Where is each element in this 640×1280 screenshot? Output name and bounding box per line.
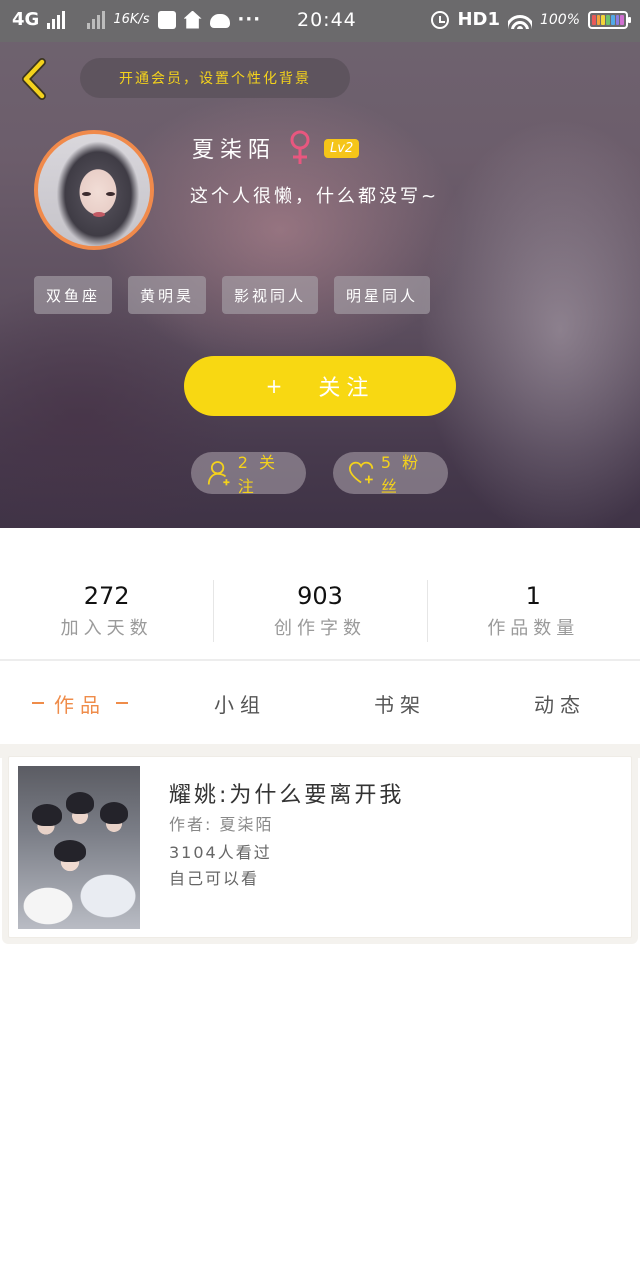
stat-value: 272	[83, 582, 130, 610]
alarm-icon	[431, 10, 450, 29]
tab-works[interactable]: 作品	[0, 662, 160, 744]
follow-button-label: 关注	[318, 376, 375, 401]
network-speed: 16K/s	[113, 12, 150, 27]
stat-word-count: 903 创作字数	[213, 568, 426, 648]
heart-plus-icon	[349, 461, 374, 484]
female-icon	[290, 130, 310, 164]
tab-label: 作品	[54, 692, 106, 717]
stat-value: 1	[525, 582, 541, 610]
clock: 20:44	[297, 9, 357, 31]
work-cover-image[interactable]	[18, 766, 140, 929]
back-button[interactable]	[16, 56, 52, 102]
profile-header: 4G 16K/s ··· 20:44 HD1 100% 开通会员，设置个性化背景…	[0, 0, 640, 528]
stat-works-count: 1 作品数量	[426, 568, 640, 648]
username-row: 夏柒陌 Lv2	[192, 130, 360, 166]
stat-label: 加入天数	[60, 618, 153, 639]
home-icon	[183, 10, 202, 29]
tab-groups[interactable]: 小组	[160, 662, 320, 744]
following-count-button[interactable]: 2 关注	[191, 452, 306, 496]
more-icon: ···	[237, 9, 262, 30]
tab-indicator	[116, 702, 128, 704]
avatar[interactable]	[34, 130, 154, 250]
add-user-icon	[207, 461, 230, 486]
cloud-icon	[209, 13, 230, 28]
tag[interactable]: 影视同人	[222, 276, 319, 314]
username: 夏柒陌	[192, 138, 277, 163]
signature: 这个人很懒，什么都没写~	[190, 186, 440, 207]
avatar-eye	[82, 192, 91, 196]
alipay-icon	[157, 10, 176, 29]
level-badge: Lv2	[324, 138, 360, 158]
stats-row: 272 加入天数 903 创作字数 1 作品数量	[0, 568, 640, 648]
work-card[interactable]: 耀姚:为什么要离开我 作者: 夏柒陌 3104人看过 自己可以看	[8, 756, 632, 938]
battery-percent: 100%	[539, 11, 580, 28]
network-type: 4G	[12, 9, 40, 30]
tab-label: 动态	[534, 692, 586, 717]
tab-label: 小组	[214, 692, 266, 717]
signal-icon	[87, 10, 106, 29]
tag[interactable]: 明星同人	[334, 276, 431, 314]
signal-icon	[47, 10, 66, 29]
tag-list: 双鱼座 黄明昊 影视同人 明星同人	[34, 276, 431, 314]
stat-label: 作品数量	[487, 618, 580, 639]
fans-count-button[interactable]: 5 粉丝	[333, 452, 448, 496]
plus-icon: +	[265, 374, 289, 398]
avatar-eye	[106, 192, 115, 196]
following-count-label: 2 关注	[237, 453, 278, 496]
work-views: 3104人看过	[169, 843, 272, 862]
tab-bar: 作品 小组 书架 动态	[0, 662, 640, 744]
avatar-lips	[93, 212, 105, 217]
wifi-icon	[507, 10, 532, 29]
fans-count-label: 5 粉丝	[380, 453, 422, 496]
divider	[0, 659, 640, 661]
chevron-left-icon	[22, 58, 46, 100]
tab-activity[interactable]: 动态	[480, 662, 640, 744]
work-title[interactable]: 耀姚:为什么要离开我	[169, 777, 404, 809]
stat-value: 903	[297, 582, 343, 610]
follow-button[interactable]: + 关注	[184, 356, 456, 416]
vip-banner[interactable]: 开通会员，设置个性化背景	[80, 58, 350, 98]
hd-indicator: HD1	[457, 9, 500, 30]
tab-bookshelf[interactable]: 书架	[320, 662, 480, 744]
stat-label: 创作字数	[273, 618, 366, 639]
stat-join-days: 272 加入天数	[0, 568, 213, 648]
tag[interactable]: 双鱼座	[34, 276, 113, 314]
status-bar: 4G 16K/s ··· 20:44 HD1 100%	[0, 0, 640, 42]
work-author: 作者: 夏柒陌	[169, 815, 274, 834]
work-privacy: 自己可以看	[169, 869, 260, 888]
tab-indicator	[32, 702, 44, 704]
tag[interactable]: 黄明昊	[128, 276, 207, 314]
battery-icon	[588, 10, 631, 29]
tab-label: 书架	[374, 692, 426, 717]
